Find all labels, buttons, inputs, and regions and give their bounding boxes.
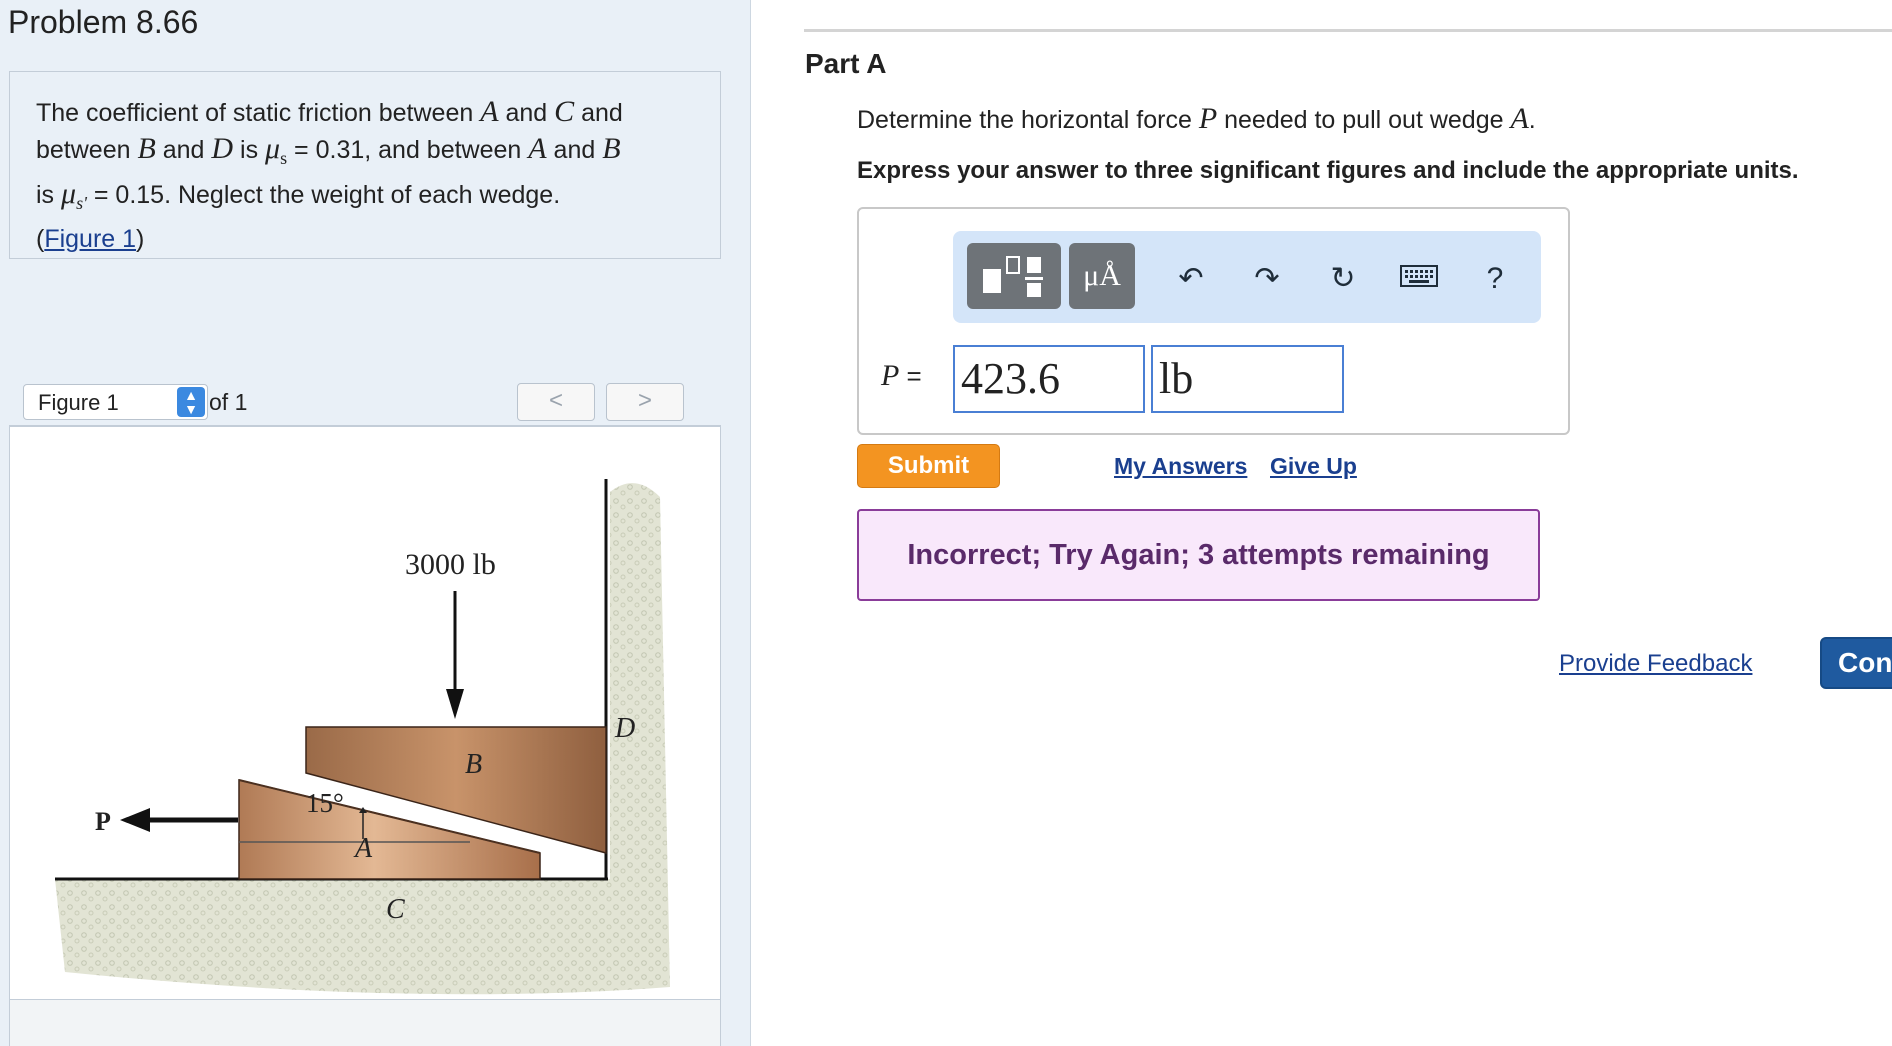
- figure-footer: [9, 1000, 721, 1046]
- problem-title: Problem 8.66: [8, 4, 199, 40]
- undo-icon[interactable]: ↶: [1171, 259, 1211, 299]
- continue-button[interactable]: Con: [1820, 637, 1892, 689]
- angle-label: 15°: [306, 788, 344, 818]
- submit-button[interactable]: Submit: [857, 444, 1000, 488]
- question-text: Determine the horizontal force P needed …: [857, 102, 1536, 135]
- label-b: B: [465, 749, 482, 780]
- value-input[interactable]: 423.6: [953, 345, 1145, 413]
- help-icon[interactable]: ?: [1475, 259, 1515, 299]
- figure-link[interactable]: Figure 1: [44, 225, 136, 253]
- wedge-figure: 3000 lb B D A C P 15°: [55, 479, 670, 995]
- provide-feedback-link[interactable]: Provide Feedback: [1559, 650, 1752, 678]
- answer-label: P =: [881, 359, 922, 392]
- units-input[interactable]: lb: [1151, 345, 1344, 413]
- label-p: P: [95, 807, 111, 836]
- template-button[interactable]: [967, 243, 1061, 309]
- load-label: 3000 lb: [405, 548, 496, 581]
- answer-box: μÅ ↶ ↷ ↻ ? P = 423.6 lb: [857, 207, 1570, 435]
- figure-select[interactable]: Figure 1 ▲ ▼: [23, 384, 208, 420]
- mu-s-symbol: μ: [265, 132, 281, 165]
- units-button[interactable]: μÅ: [1069, 243, 1135, 309]
- label-c: C: [386, 894, 405, 925]
- template-icon: [983, 256, 1043, 297]
- feedback-message: Incorrect; Try Again; 3 attempts remaini…: [857, 509, 1540, 601]
- prev-figure-button[interactable]: <: [517, 383, 595, 421]
- select-arrows-icon: ▲ ▼: [177, 387, 205, 417]
- answer-toolbar: μÅ ↶ ↷ ↻ ?: [953, 231, 1541, 323]
- my-answers-link[interactable]: My Answers: [1114, 453, 1247, 480]
- label-a: A: [353, 833, 373, 864]
- label-d: D: [614, 713, 635, 744]
- keyboard-icon[interactable]: [1399, 261, 1439, 301]
- load-arrowhead: [446, 689, 464, 719]
- instruction-text: Express your answer to three significant…: [857, 157, 1799, 184]
- p-arrowhead: [120, 808, 150, 832]
- figure-count: of 1: [209, 389, 248, 415]
- mu-s-prime-symbol: μ: [61, 177, 77, 210]
- top-divider: [804, 29, 1892, 32]
- figure-nav-bar: Figure 1 ▲ ▼ of 1 < >: [9, 379, 721, 427]
- reset-icon[interactable]: ↻: [1323, 259, 1363, 299]
- next-figure-button[interactable]: >: [606, 383, 684, 421]
- problem-statement: The coefficient of static friction betwe…: [9, 71, 721, 259]
- part-title: Part A: [805, 48, 887, 79]
- left-panel: Problem 8.66 The coefficient of static f…: [0, 0, 751, 1046]
- figure-area: 3000 lb B D A C P 15°: [9, 427, 721, 1000]
- redo-icon[interactable]: ↷: [1247, 259, 1287, 299]
- give-up-link[interactable]: Give Up: [1270, 453, 1357, 480]
